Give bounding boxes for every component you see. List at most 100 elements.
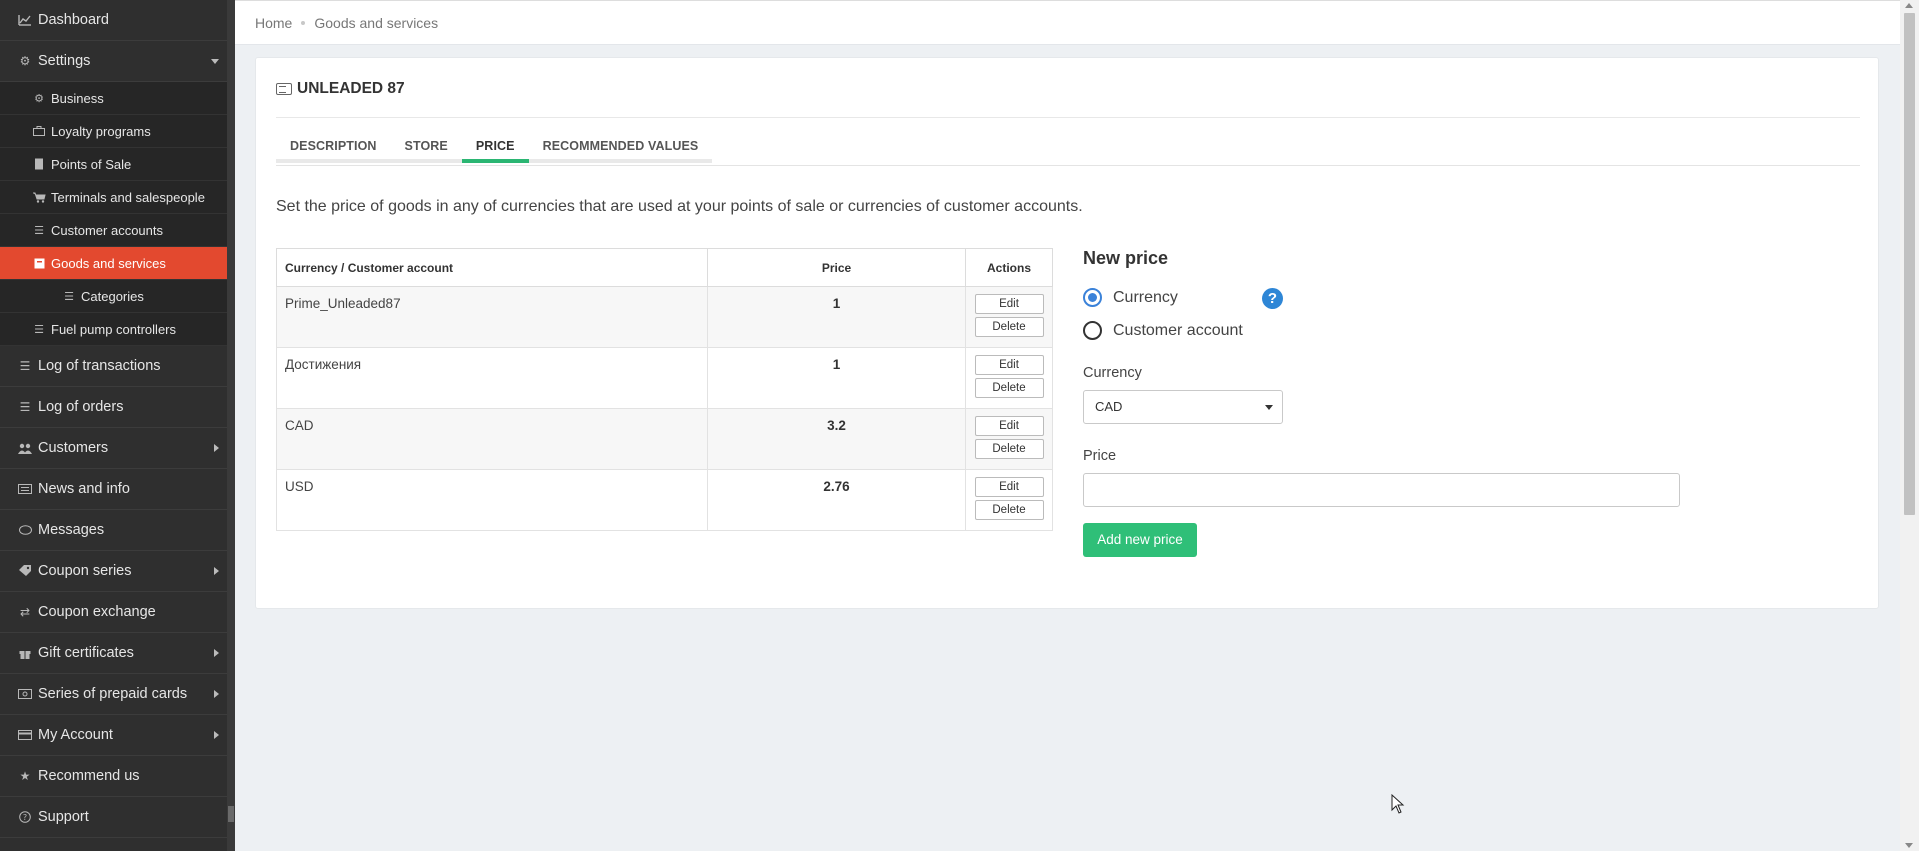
- cell-price: 1: [707, 286, 966, 348]
- chevron-right-icon: [214, 444, 219, 452]
- sidebar-item-label: My Account: [38, 727, 113, 743]
- list-icon: ☰: [34, 224, 44, 237]
- chevron-right-icon: [214, 731, 219, 739]
- sidebar-item-business[interactable]: ⚙ Business: [0, 82, 227, 115]
- sidebar-item-label: Gift certificates: [38, 645, 134, 661]
- new-price-title: New price: [1083, 248, 1169, 268]
- table-row: USD 2.76 Edit Delete: [276, 469, 1053, 531]
- add-new-price-button[interactable]: Add new price: [1083, 523, 1197, 557]
- page-scrollbar[interactable]: [1900, 0, 1919, 851]
- sidebar-item-customer-accounts[interactable]: ☰ Customer accounts: [0, 214, 227, 247]
- cell-actions: Edit Delete: [965, 347, 1053, 409]
- sidebar-item-customers[interactable]: Customers: [0, 428, 227, 469]
- sidebar-item-coupon-series[interactable]: Coupon series: [0, 551, 227, 592]
- delete-button[interactable]: Delete: [974, 378, 1044, 398]
- sidebar-item-messages[interactable]: Messages: [0, 510, 227, 551]
- sidebar-item-points-of-sale[interactable]: Points of Sale: [0, 148, 227, 181]
- sidebar-item-label: Loyalty programs: [51, 123, 151, 139]
- sidebar-item-label: Terminals and salespeople: [51, 189, 205, 205]
- box-icon: [32, 256, 46, 270]
- tab-store[interactable]: STORE: [390, 132, 462, 163]
- cell-price: 3.2: [707, 408, 966, 470]
- sidebar-item-categories[interactable]: ☰ Categories: [0, 280, 227, 313]
- sidebar-scrollbar-thumb[interactable]: [228, 806, 234, 822]
- edit-button[interactable]: Edit: [974, 477, 1044, 497]
- scroll-up-icon[interactable]: [1905, 3, 1913, 8]
- tab-recommended-values[interactable]: RECOMMENDED VALUES: [528, 132, 713, 163]
- comment-icon: [18, 523, 32, 537]
- cell-price: 1: [707, 347, 966, 409]
- sidebar-item-label: Log of orders: [38, 399, 124, 415]
- chart-line-icon: [18, 13, 32, 27]
- sidebar-item-news-and-info[interactable]: News and info: [0, 469, 227, 510]
- chevron-down-icon: [211, 59, 219, 64]
- tab-bar: DESCRIPTION STORE PRICE RECOMMENDED VALU…: [276, 132, 713, 163]
- currency-select-value: CAD: [1095, 399, 1123, 414]
- cell-price: 2.76: [707, 469, 966, 531]
- exchange-icon: ⇄: [19, 605, 31, 619]
- prices-table: Currency / Customer account Price Action…: [276, 248, 1053, 531]
- delete-button[interactable]: Delete: [974, 439, 1044, 459]
- sidebar-item-support[interactable]: ? Support: [0, 797, 227, 838]
- radio-customer-account-label: Customer account: [1113, 321, 1243, 339]
- radio-customer-account-option[interactable]: Customer account: [1083, 321, 1243, 340]
- price-input[interactable]: [1083, 473, 1680, 507]
- delete-button[interactable]: Delete: [974, 317, 1044, 337]
- sidebar-scrollbar[interactable]: [227, 0, 235, 851]
- page-title: UNLEADED 87: [276, 80, 405, 98]
- credit-card-icon: [18, 728, 32, 742]
- sidebar-item-label: Series of prepaid cards: [38, 686, 188, 702]
- page-scrollbar-thumb[interactable]: [1904, 13, 1915, 515]
- sidebar-item-goods-and-services[interactable]: Goods and services: [0, 247, 227, 280]
- main-content: Home Goods and services UNLEADED 87 DESC…: [235, 0, 1900, 851]
- edit-button[interactable]: Edit: [974, 294, 1044, 314]
- sidebar-item-log-of-orders[interactable]: ☰ Log of orders: [0, 387, 227, 428]
- cell-actions: Edit Delete: [965, 286, 1053, 348]
- briefcase-icon: [32, 124, 46, 138]
- price-label: Price: [1083, 448, 1117, 464]
- sidebar-item-label: Points of Sale: [51, 156, 132, 172]
- sidebar-item-label: Customers: [38, 440, 109, 456]
- tags-icon: [18, 564, 32, 578]
- sidebar-item-terminals[interactable]: Terminals and salespeople: [0, 181, 227, 214]
- table-row: Prime_Unleaded87 1 Edit Delete: [276, 286, 1053, 348]
- sidebar-item-settings[interactable]: ⚙ Settings: [0, 41, 227, 82]
- sidebar-item-loyalty-programs[interactable]: Loyalty programs: [0, 115, 227, 148]
- radio-currency-option[interactable]: Currency: [1083, 288, 1178, 307]
- sidebar-item-fuel-pump-controllers[interactable]: ☰ Fuel pump controllers: [0, 313, 227, 346]
- radio-customer-account[interactable]: [1083, 321, 1102, 340]
- breadcrumb: Home Goods and services: [235, 0, 1900, 45]
- sidebar-item-recommend-us[interactable]: ★ Recommend us: [0, 756, 227, 797]
- tab-description[interactable]: DESCRIPTION: [276, 132, 391, 163]
- edit-button[interactable]: Edit: [974, 355, 1044, 375]
- page-title-text: UNLEADED 87: [297, 80, 405, 97]
- breadcrumb-home-link[interactable]: Home: [255, 15, 292, 31]
- sidebar-item-label: Coupon exchange: [38, 604, 156, 620]
- list-icon: ☰: [19, 359, 31, 373]
- scroll-down-icon[interactable]: [1905, 843, 1913, 848]
- sidebar-item-series-of-prepaid-cards[interactable]: Series of prepaid cards: [0, 674, 227, 715]
- sidebar-item-coupon-exchange[interactable]: ⇄ Coupon exchange: [0, 592, 227, 633]
- divider: [276, 165, 1860, 166]
- chevron-right-icon: [214, 690, 219, 698]
- sidebar-item-dashboard[interactable]: Dashboard: [0, 0, 227, 41]
- cell-account: Достижения: [276, 347, 708, 409]
- sidebar-item-label: Categories: [81, 288, 144, 304]
- sidebar-item-label: Recommend us: [38, 768, 140, 784]
- radio-currency[interactable]: [1083, 288, 1102, 307]
- delete-button[interactable]: Delete: [974, 500, 1044, 520]
- sidebar-item-log-of-transactions[interactable]: ☰ Log of transactions: [0, 346, 227, 387]
- question-circle-icon: ?: [18, 810, 32, 824]
- sidebar-item-gift-certificates[interactable]: Gift certificates: [0, 633, 227, 674]
- tab-price[interactable]: PRICE: [461, 132, 529, 163]
- currency-select[interactable]: CAD: [1083, 390, 1283, 424]
- sidebar-item-label: Dashboard: [38, 12, 109, 28]
- sidebar-item-my-account[interactable]: My Account: [0, 715, 227, 756]
- column-header-account: Currency / Customer account: [276, 248, 708, 287]
- help-icon[interactable]: ?: [1262, 288, 1283, 309]
- chevron-down-icon: [1265, 405, 1273, 410]
- product-card-icon: [276, 83, 292, 95]
- sidebar-item-label: Settings: [38, 53, 91, 69]
- column-header-actions: Actions: [965, 248, 1053, 287]
- edit-button[interactable]: Edit: [974, 416, 1044, 436]
